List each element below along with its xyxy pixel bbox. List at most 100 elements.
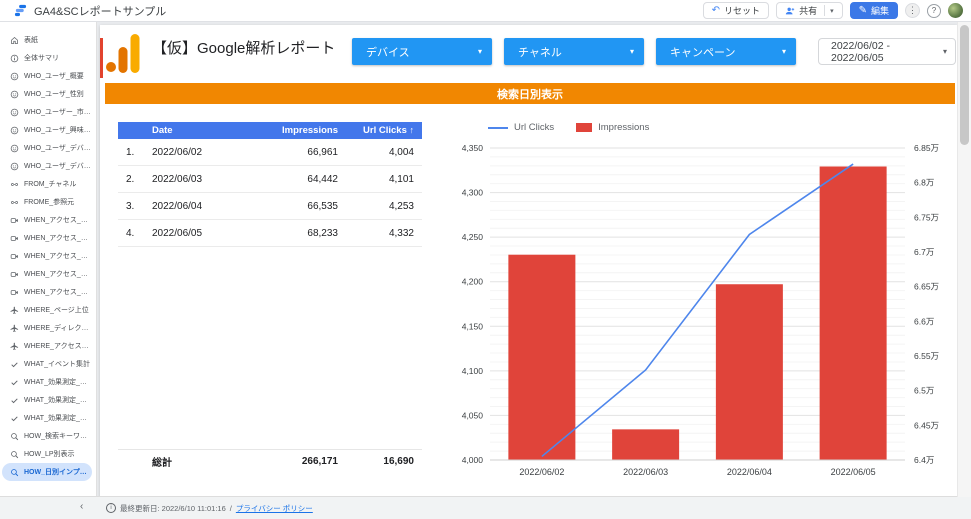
sidebar-item-13[interactable]: WHEN_アクセス_曜日別 — [0, 247, 96, 265]
videocam-icon — [10, 234, 19, 243]
sort-ascending-icon: ↑ — [410, 125, 415, 135]
page-accent-bar — [100, 38, 103, 78]
bar-2022/06/05[interactable] — [820, 167, 887, 460]
help-button[interactable]: ? — [927, 4, 941, 18]
videocam-icon — [10, 252, 19, 261]
table-header-url-clicks[interactable]: Url Clicks ↑ — [338, 125, 422, 136]
sidebar-item-22[interactable]: WHAT_効果測定_日別 — [0, 409, 96, 427]
sidebar-item-17[interactable]: WHERE_ディレクトリ上位 — [0, 319, 96, 337]
sidebar-item-8[interactable]: WHO_ユーザ_デバイス... — [0, 157, 96, 175]
check-icon — [10, 360, 19, 369]
total-impressions: 266,171 — [238, 456, 338, 467]
edit-button[interactable]: ✎ 編集 — [850, 2, 898, 19]
sidebar-item-18[interactable]: WHERE_アクセス_LP — [0, 337, 96, 355]
sidebar-item-24[interactable]: HOW_LP別表示 — [0, 445, 96, 463]
sidebar-item-25[interactable]: HOW_日別インプレッシ... — [2, 463, 92, 481]
person-add-icon — [785, 6, 795, 16]
sidebar-item-21[interactable]: WHAT_効果測定_キャン... — [0, 391, 96, 409]
sidebar-item-12[interactable]: WHEN_アクセス_日別累積 — [0, 229, 96, 247]
sidebar-item-16[interactable]: WHERE_ページ上位 — [0, 301, 96, 319]
sidebar-item-3[interactable]: WHO_ユーザ_概要 — [0, 67, 96, 85]
left-axis-tick: 4,100 — [462, 366, 484, 376]
sidebar-collapse-button[interactable]: ‹ — [80, 501, 83, 512]
info-icon: i — [106, 503, 116, 513]
right-axis-tick: 6.6万 — [914, 316, 934, 326]
user-avatar[interactable] — [948, 3, 963, 18]
cell-date: 2022/06/02 — [152, 147, 238, 158]
sidebar-item-7[interactable]: WHO_ユーザ_デバイス — [0, 139, 96, 157]
sidebar-item-label: WHEN_アクセス_曜日別 — [24, 251, 92, 261]
face-icon — [10, 108, 19, 117]
link-icon — [10, 180, 19, 189]
sidebar-item-label: WHEN_アクセス_週推移 — [24, 269, 92, 279]
scrollbar-thumb[interactable] — [960, 25, 969, 145]
total-url-clicks: 16,690 — [338, 456, 422, 467]
chevron-down-icon: ▾ — [943, 47, 947, 56]
undo-icon: ↶ — [712, 6, 720, 16]
sidebar-item-label: WHERE_ディレクトリ上位 — [24, 323, 92, 333]
sidebar-item-15[interactable]: WHEN_アクセス_月推移 — [0, 283, 96, 301]
more-options-button[interactable]: ⋮ — [905, 3, 920, 18]
info-icon — [10, 54, 19, 63]
right-axis-tick: 6.75万 — [914, 212, 939, 222]
sidebar-item-6[interactable]: WHO_ユーザ_興味カテ... — [0, 121, 96, 139]
search-icon — [10, 468, 19, 477]
sidebar-item-4[interactable]: WHO_ユーザ_性別 — [0, 85, 96, 103]
filter-campaign-label: キャンペーン — [670, 44, 735, 60]
filter-campaign-dropdown[interactable]: キャンペーン ▾ — [656, 38, 796, 65]
left-axis-tick: 4,300 — [462, 188, 484, 198]
link-icon — [10, 198, 19, 207]
filter-device-dropdown[interactable]: デバイス ▾ — [352, 38, 492, 65]
table-header-impressions[interactable]: Impressions — [238, 125, 338, 136]
sidebar-item-label: WHAT_効果測定_参照元別 — [24, 377, 92, 387]
left-axis-tick: 4,050 — [462, 410, 484, 420]
face-icon — [10, 72, 19, 81]
reset-button[interactable]: ↶ リセット — [703, 2, 769, 19]
share-menu-caret[interactable]: ▾ — [824, 5, 834, 16]
cell-url-clicks: 4,332 — [338, 228, 422, 239]
sidebar-item-5[interactable]: WHO_ユーザー_市町村 — [0, 103, 96, 121]
sidebar-item-label: WHEN_アクセス_月推移 — [24, 287, 92, 297]
share-button[interactable]: 共有 ▾ — [776, 2, 843, 19]
flight-icon — [10, 324, 19, 333]
bar-2022/06/02[interactable] — [508, 255, 575, 460]
sidebar-item-label: WHERE_ページ上位 — [24, 305, 89, 315]
videocam-icon — [10, 288, 19, 297]
date-range-value: 2022/06/02 - 2022/06/05 — [831, 40, 943, 64]
flight-icon — [10, 306, 19, 315]
right-axis-tick: 6.7万 — [914, 247, 934, 257]
cell-date: 2022/06/03 — [152, 174, 238, 185]
table-row: 3. 2022/06/04 66,535 4,253 — [118, 193, 422, 220]
sidebar-item-2[interactable]: 全体サマリ — [0, 49, 96, 67]
sidebar-item-19[interactable]: WHAT_イベント集計 — [0, 355, 96, 373]
face-icon — [10, 162, 19, 171]
footer-bar: ‹ i 最終更新日: 2022/6/10 11:01:16 / プライバシー ポ… — [0, 496, 971, 519]
sidebar-item-14[interactable]: WHEN_アクセス_週推移 — [0, 265, 96, 283]
table-header-date[interactable]: Date — [152, 125, 238, 136]
sidebar-item-23[interactable]: HOW_検索キーワード — [0, 427, 96, 445]
more-vert-icon: ⋮ — [908, 5, 917, 16]
right-axis-tick: 6.45万 — [914, 420, 939, 430]
home-icon — [10, 36, 19, 45]
bar-2022/06/03[interactable] — [612, 429, 679, 460]
date-range-picker[interactable]: 2022/06/02 - 2022/06/05 ▾ — [818, 38, 956, 65]
table-row: 2. 2022/06/03 64,442 4,101 — [118, 166, 422, 193]
sidebar-item-20[interactable]: WHAT_効果測定_参照元別 — [0, 373, 96, 391]
share-label: 共有 — [799, 4, 817, 17]
privacy-policy-link[interactable]: プライバシー ポリシー — [236, 503, 313, 514]
sidebar-item-11[interactable]: WHEN_アクセス_日別 — [0, 211, 96, 229]
sidebar-item-1[interactable]: 表紙 — [0, 31, 96, 49]
sidebar-item-label: WHAT_効果測定_日別 — [24, 413, 92, 423]
filter-channel-dropdown[interactable]: チャネル ▾ — [504, 38, 644, 65]
sidebar-item-label: WHEN_アクセス_日別累積 — [24, 233, 92, 243]
sidebar-item-label: WHO_ユーザ_デバイス — [24, 143, 92, 153]
sidebar-item-9[interactable]: FROM_チャネル — [0, 175, 96, 193]
cell-date: 2022/06/05 — [152, 228, 238, 239]
bar-2022/06/04[interactable] — [716, 284, 783, 460]
vertical-scrollbar[interactable] — [957, 22, 971, 497]
table-header-row: Date Impressions Url Clicks ↑ — [118, 122, 422, 139]
cell-impressions: 66,961 — [238, 147, 338, 158]
right-axis-tick: 6.55万 — [914, 351, 939, 361]
x-axis-label: 2022/06/05 — [831, 467, 876, 477]
sidebar-item-10[interactable]: FROME_参照元 — [0, 193, 96, 211]
